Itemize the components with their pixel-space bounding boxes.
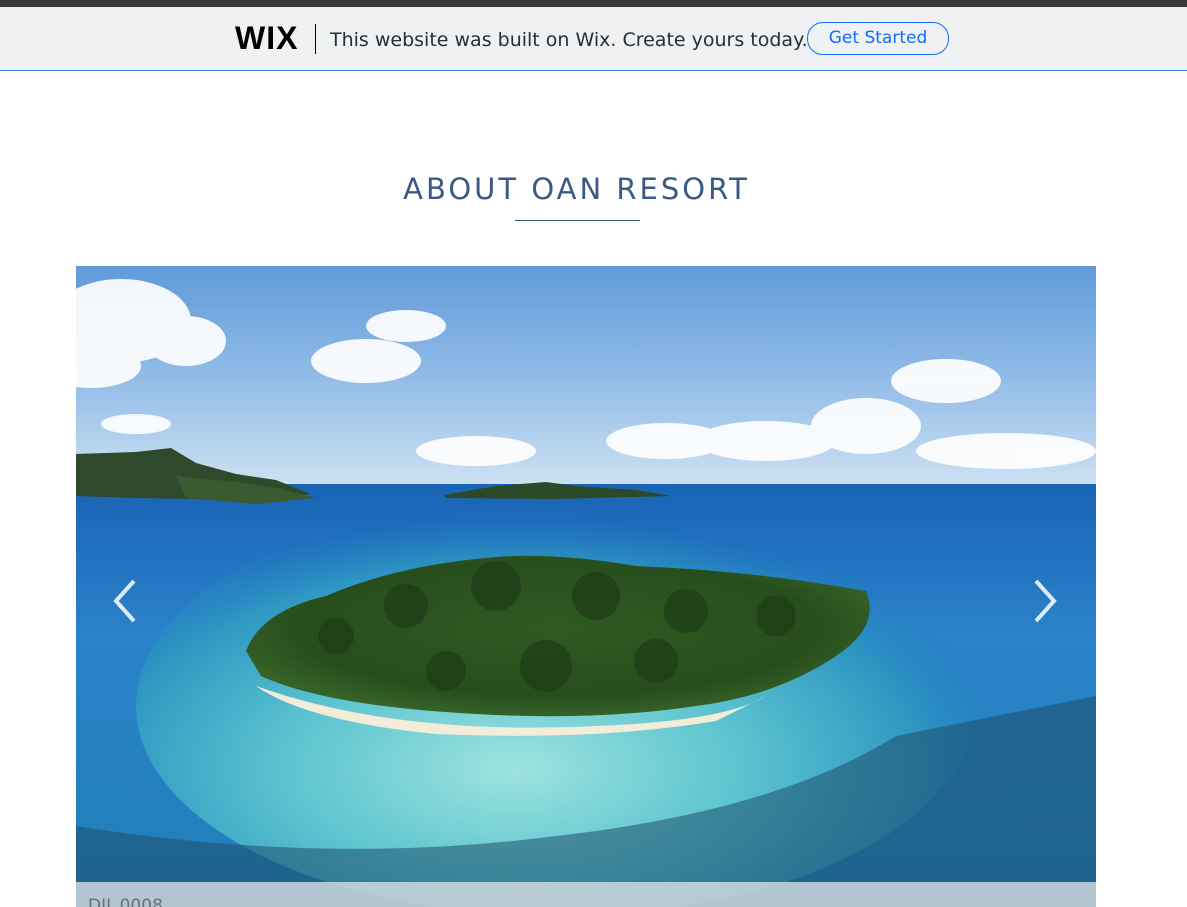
page-title: ABOUT OAN RESORT [403,172,750,207]
get-started-button[interactable]: Get Started [807,22,949,55]
slide-caption: DJI_0008 [88,896,163,907]
banner-divider [315,24,316,54]
slide-caption-bar: DJI_0008 [76,882,1096,907]
chevron-right-icon [1034,579,1057,623]
browser-top-strip [0,0,1187,7]
previous-slide-button[interactable] [106,571,146,631]
next-slide-button[interactable] [1024,571,1064,631]
chevron-left-icon [113,579,136,623]
image-slideshow[interactable]: DJI_0008 [76,266,1096,907]
banner-message: This website was built on Wix. Create yo… [330,29,808,51]
island-photo [76,266,1096,907]
wix-promo-banner: WIX This website was built on Wix. Creat… [0,7,1187,71]
title-underline [515,220,640,221]
wix-logo[interactable]: WIX [235,18,298,58]
